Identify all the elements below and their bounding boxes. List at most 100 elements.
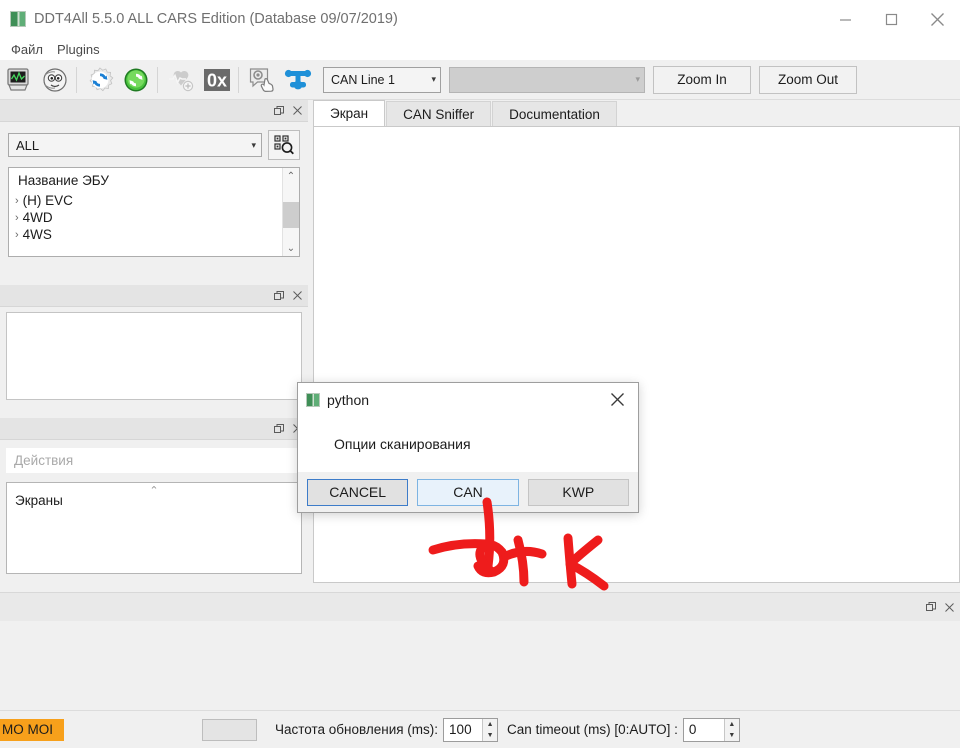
dialog-app-icon xyxy=(306,392,320,407)
menu-item-plugins[interactable]: Plugins xyxy=(50,40,107,59)
chevron-down-icon: ▾ xyxy=(251,139,256,150)
ecu-list[interactable]: Название ЭБУ › (H) EVC › 4WD › 4WS ⌃ ⌄ xyxy=(8,167,300,257)
menu-item-file[interactable]: Файл xyxy=(4,40,50,59)
actions-list[interactable]: ⌃ Экраны xyxy=(6,482,302,574)
ecu-panel-titlebar xyxy=(0,100,308,122)
refresh-rate-value[interactable]: 100 xyxy=(444,719,482,741)
collapse-icon[interactable]: ⌃ xyxy=(149,484,158,497)
scan-options-dialog: python Опции сканирования CANCEL CAN KWP xyxy=(297,382,639,513)
close-icon[interactable] xyxy=(293,106,302,115)
stepper-up-icon[interactable]: ▲ xyxy=(725,719,739,730)
tab-documentation[interactable]: Documentation xyxy=(492,101,617,126)
float-icon[interactable] xyxy=(274,105,284,116)
ecu-filter-value: ALL xyxy=(16,137,40,153)
close-icon[interactable] xyxy=(945,602,954,612)
close-icon[interactable] xyxy=(914,0,960,38)
can-timeout-stepper[interactable]: 0 ▲ ▼ xyxy=(682,717,740,742)
stepper-down-icon[interactable]: ▼ xyxy=(725,730,739,741)
actions-panel-titlebar xyxy=(0,418,308,440)
dialog-message: Опции сканирования xyxy=(298,416,638,472)
actions-dock-panel: Действия ⌃ Экраны xyxy=(0,418,308,588)
bottom-dock-panel xyxy=(0,592,960,621)
svg-text:0x: 0x xyxy=(207,70,227,90)
can-timeout-label: Can timeout (ms) [0:AUTO] : xyxy=(507,722,678,737)
actions-search-input[interactable]: Действия xyxy=(6,448,302,473)
can-timeout-value[interactable]: 0 xyxy=(684,719,724,741)
float-icon[interactable] xyxy=(274,423,284,434)
zoom-in-button[interactable]: Zoom In xyxy=(653,65,751,94)
scrollbar-thumb[interactable] xyxy=(283,202,299,228)
settings-hand-icon[interactable] xyxy=(245,63,279,97)
application-window: DDT4All 5.5.0 ALL CARS Edition (Database… xyxy=(0,0,960,748)
screen-canvas[interactable] xyxy=(313,126,960,583)
chevron-right-icon: › xyxy=(15,228,19,241)
chevron-right-icon: › xyxy=(15,211,19,224)
app-icon xyxy=(10,11,26,27)
middle-dock-panel xyxy=(0,285,308,407)
ecu-filter-select[interactable]: ALL ▾ xyxy=(8,133,262,157)
can-button[interactable]: CAN xyxy=(417,478,519,506)
can-line-select[interactable]: CAN Line 1 ▾ xyxy=(323,66,441,93)
refresh-rate-label: Частота обновления (ms): xyxy=(275,722,439,737)
middle-panel-titlebar xyxy=(0,285,308,307)
dialog-titlebar: python xyxy=(298,383,638,416)
kwp-button[interactable]: KWP xyxy=(527,478,629,506)
hex-0x-icon[interactable]: 0x xyxy=(200,63,234,97)
stepper-arrows[interactable]: ▲ ▼ xyxy=(723,718,739,741)
ecu-select[interactable]: ▾ xyxy=(449,66,645,93)
ecu-face-icon[interactable] xyxy=(38,63,72,97)
dialog-close-icon[interactable] xyxy=(596,383,638,416)
dialog-title: python xyxy=(327,391,370,408)
status-indicator-box xyxy=(202,718,257,741)
toolbar-separator xyxy=(238,66,239,93)
stepper-arrows[interactable]: ▲ ▼ xyxy=(482,718,498,741)
tab-screen[interactable]: Экран xyxy=(313,100,386,126)
cancel-button[interactable]: CANCEL xyxy=(307,478,409,506)
ecu-list-scrollbar[interactable]: ⌃ ⌄ xyxy=(282,168,299,256)
chevron-down-icon: ▾ xyxy=(431,74,436,84)
bottom-panel-titlebar xyxy=(0,593,960,621)
can-line-value: CAN Line 1 xyxy=(331,72,395,87)
ecu-list-item[interactable]: › 4WD xyxy=(9,209,299,226)
ecu-item-label: 4WD xyxy=(22,210,53,225)
toolbar: 0x CAN Line 1 ▾ ▾ Zoom In Zoom Out xyxy=(0,60,960,100)
refresh-green-icon[interactable] xyxy=(119,63,153,97)
stepper-up-icon[interactable]: ▲ xyxy=(483,719,497,730)
chevron-right-icon: › xyxy=(15,194,19,207)
status-bar: MO MOI Частота обновления (ms): 100 ▲ ▼ … xyxy=(0,710,960,748)
toolbar-separator xyxy=(157,66,158,93)
tab-bar: Экран CAN Sniffer Documentation xyxy=(313,100,960,126)
add-monitor-icon xyxy=(164,63,198,97)
menu-bar: Файл Plugins xyxy=(0,38,960,60)
scroll-down-icon[interactable]: ⌄ xyxy=(283,240,299,256)
toolbar-separator xyxy=(76,66,77,93)
status-badge: MO MOI xyxy=(0,718,64,741)
ecu-item-label: (H) EVC xyxy=(22,193,73,208)
ecu-filter-row: ALL ▾ xyxy=(0,122,308,160)
ecu-list-item[interactable]: › 4WS xyxy=(9,226,299,243)
ecu-list-header: Название ЭБУ xyxy=(18,173,109,188)
minimize-icon[interactable] xyxy=(822,0,868,38)
close-icon[interactable] xyxy=(293,291,302,300)
dialog-button-row: CANCEL CAN KWP xyxy=(298,472,638,512)
middle-panel-body[interactable] xyxy=(6,312,302,400)
screen-editor-icon[interactable] xyxy=(2,63,36,97)
reload-blue-icon[interactable] xyxy=(83,63,117,97)
float-icon[interactable] xyxy=(274,290,284,301)
title-bar: DDT4All 5.5.0 ALL CARS Edition (Database… xyxy=(0,0,960,38)
refresh-rate-stepper[interactable]: 100 ▲ ▼ xyxy=(443,717,499,742)
scroll-up-icon[interactable]: ⌃ xyxy=(283,168,299,184)
qr-search-icon[interactable] xyxy=(268,130,300,160)
tab-can-sniffer[interactable]: CAN Sniffer xyxy=(386,101,492,126)
window-title: DDT4All 5.5.0 ALL CARS Edition (Database… xyxy=(34,11,398,27)
maximize-icon[interactable] xyxy=(868,0,914,38)
chevron-down-icon: ▾ xyxy=(635,74,640,84)
zoom-out-button[interactable]: Zoom Out xyxy=(759,65,857,94)
float-icon[interactable] xyxy=(926,602,936,612)
window-controls xyxy=(822,0,960,38)
stepper-down-icon[interactable]: ▼ xyxy=(483,730,497,741)
ecu-item-label: 4WS xyxy=(22,227,52,242)
can-valve-icon[interactable] xyxy=(281,63,315,97)
ecu-list-item[interactable]: › (H) EVC xyxy=(9,192,299,209)
ecu-browser-panel: ALL ▾ Название ЭБУ › (H) EVC › 4WD › 4WS… xyxy=(0,100,308,282)
